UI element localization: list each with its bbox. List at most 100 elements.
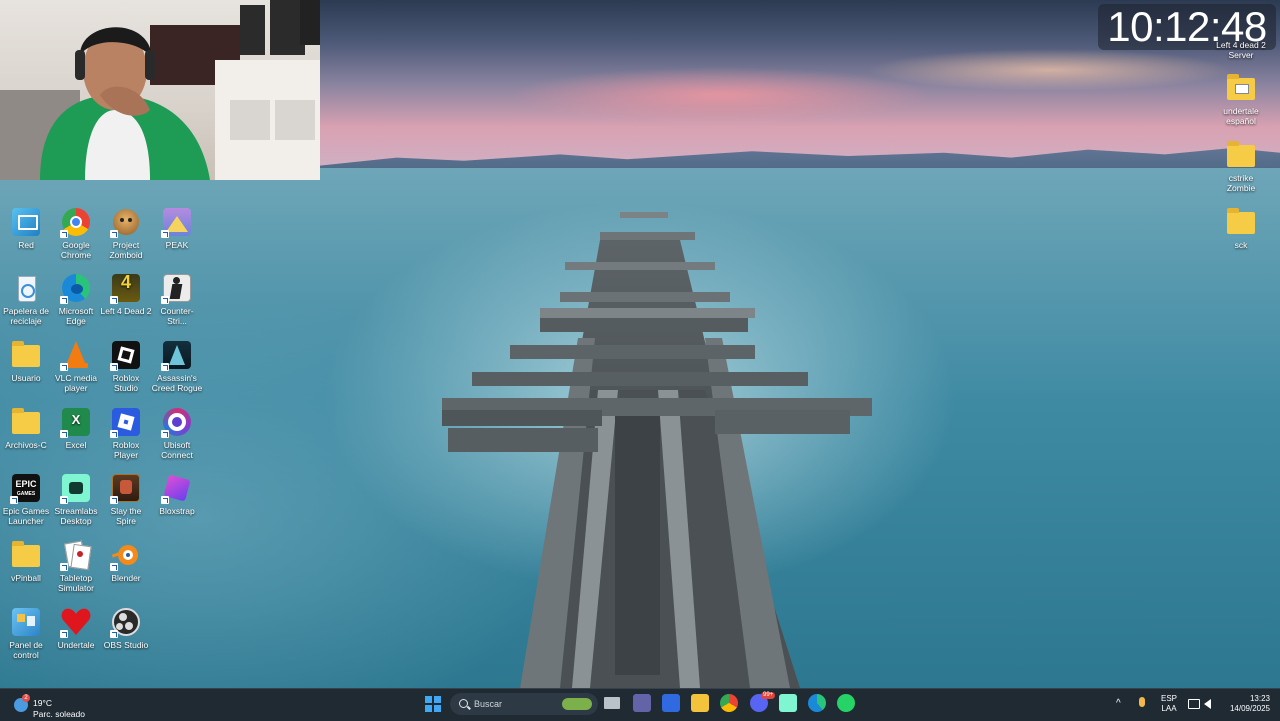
desktop-icon-blender[interactable]: Blender (100, 539, 152, 583)
streamlabs-taskbar-icon[interactable] (779, 694, 797, 712)
windows-logo-tile (425, 705, 432, 712)
clock-time: 13:23 (1249, 694, 1270, 703)
desktop-icon-roblox-studio[interactable]: Roblox Studio (100, 339, 152, 393)
red-heart-icon (60, 606, 92, 638)
chrome-icon (60, 206, 92, 238)
control-panel-icon (10, 606, 42, 638)
desktop-icon-streamlabs[interactable]: Streamlabs Desktop (50, 472, 102, 526)
icon-label: Project Zomboid (109, 240, 143, 260)
language-indicator[interactable]: ESP LAA (1161, 694, 1177, 714)
zomboid-icon (110, 206, 142, 238)
icon-label: Counter-Stri... (160, 306, 194, 326)
peak-mountain-icon (161, 206, 193, 238)
start-button[interactable] (425, 696, 441, 712)
icon-label: OBS Studio (103, 640, 149, 650)
desktop-icon-panel-de-control[interactable]: Panel de control (0, 606, 52, 660)
folder-icon (1225, 72, 1257, 104)
taskbar-search-box[interactable]: Buscar (450, 693, 598, 715)
desktop-icon-red[interactable]: Red (0, 206, 52, 250)
folder-icon (1225, 139, 1257, 171)
desktop-icon-left-4-dead-2[interactable]: 4 Left 4 Dead 2 (100, 272, 152, 316)
system-clock[interactable]: 13:23 14/09/2025 (1222, 694, 1270, 714)
roblox-studio-icon (110, 339, 142, 371)
folder-icon (10, 539, 42, 571)
weather-temp: 19°C (33, 698, 52, 708)
icon-label: Archivos-C (5, 440, 47, 450)
desktop-icon-obs-studio[interactable]: OBS Studio (100, 606, 152, 650)
desktop-icon-excel[interactable]: X Excel (50, 406, 102, 450)
desktop-icon-bloxstrap[interactable]: Bloxstrap (151, 472, 203, 516)
counter-strike-icon (161, 272, 193, 304)
bloxstrap-icon (161, 472, 193, 504)
desktop-icon-archivos-c[interactable]: Archivos-C (0, 406, 52, 450)
desktop-icon-sck[interactable]: sck (1215, 206, 1267, 250)
l4d2-icon: 4 (110, 272, 142, 304)
desktop-icon-peak[interactable]: PEAK (151, 206, 203, 250)
windows-logo-tile (425, 696, 432, 703)
desktop-icon-usuario[interactable]: Usuario (0, 339, 52, 383)
vlc-cone-icon (60, 339, 92, 371)
icon-label: Left 4 Dead 2 (100, 306, 152, 316)
file-explorer-taskbar-icon[interactable] (691, 694, 709, 712)
desktop-icon-recycle-bin[interactable]: Papelera de reciclaje (0, 272, 52, 326)
windows-logo-tile (434, 705, 441, 712)
whatsapp-taskbar-icon[interactable] (837, 694, 855, 712)
desktop-icon-microsoft-edge[interactable]: Microsoft Edge (50, 272, 102, 326)
teams-taskbar-icon[interactable] (633, 694, 651, 712)
desktop-icon-assassins-creed-rogue[interactable]: Assassin's Creed Rogue (151, 339, 203, 393)
icon-label: vPinball (11, 573, 41, 583)
microphone-icon[interactable] (1139, 697, 1145, 707)
desktop-icon-undertale[interactable]: Undertale (50, 606, 102, 650)
roblox-player-icon (110, 406, 142, 438)
icon-label: sck (1234, 240, 1248, 250)
desktop-icon-google-chrome[interactable]: Google Chrome (50, 206, 102, 260)
chrome-taskbar-icon[interactable] (720, 694, 738, 712)
icon-label: Excel (65, 440, 87, 450)
icon-label: PEAK (165, 240, 189, 250)
icon-label: Bloxstrap (159, 506, 195, 516)
folder-icon (10, 406, 42, 438)
volume-icon[interactable] (1204, 699, 1211, 709)
weather-badge: 2 (22, 694, 30, 702)
tabletop-cards-icon (60, 539, 92, 571)
language-code: ESP (1161, 694, 1178, 703)
desktop-icon-counter-strike[interactable]: Counter-Stri... (151, 272, 203, 326)
streamer-camera-image (0, 0, 320, 180)
icon-label: Left 4 dead 2 Server (1216, 40, 1266, 60)
desktop-icon-slay-the-spire[interactable]: Slay the Spire (100, 472, 152, 526)
icon-label: VLC media player (54, 373, 98, 393)
streamlabs-icon (60, 472, 92, 504)
search-icon (459, 699, 468, 708)
discord-badge: 99+ (761, 692, 776, 699)
desktop-icon-epic-games[interactable]: EPIC GAMES Epic Games Launcher (0, 472, 52, 526)
microsoft-store-taskbar-icon[interactable] (662, 694, 680, 712)
desktop-icon-roblox-player[interactable]: Roblox Player (100, 406, 152, 460)
ubisoft-swirl-icon (161, 406, 193, 438)
weather-text: 19°C Parc. soleado (33, 698, 85, 720)
recycle-bin-icon (10, 272, 42, 304)
windows-logo-tile (434, 696, 441, 703)
network-icon[interactable] (1188, 699, 1200, 709)
icon-label: Streamlabs Desktop (54, 506, 98, 526)
folder-icon (1225, 206, 1257, 238)
desktop-icon-tabletop-simulator[interactable]: Tabletop Simulator (50, 539, 102, 593)
desktop-icon-cstrike-zombie[interactable]: cstrike Zombie (1215, 139, 1267, 193)
weather-desc: Parc. soleado (33, 709, 85, 719)
icon-label: undertale español (1223, 106, 1259, 126)
desktop-icon-vlc[interactable]: VLC media player (50, 339, 102, 393)
desktop-icon-ubisoft-connect[interactable]: Ubisoft Connect (151, 406, 203, 460)
slay-the-spire-icon (110, 472, 142, 504)
icon-label: Panel de control (9, 640, 43, 660)
icon-label: Tabletop Simulator (58, 573, 94, 593)
obs-icon (110, 606, 142, 638)
task-view-button[interactable] (604, 697, 620, 709)
desktop-icon-l4d2-server[interactable]: Left 4 dead 2 Server (1215, 40, 1267, 60)
chevron-up-icon[interactable]: ^ (1116, 699, 1121, 709)
edge-taskbar-icon[interactable] (808, 694, 826, 712)
icon-label: Usuario (11, 373, 41, 383)
desktop-icon-undertale-espanol[interactable]: undertale español (1215, 72, 1267, 126)
desktop-icon-project-zomboid[interactable]: Project Zomboid (100, 206, 152, 260)
icon-label: Papelera de reciclaje (3, 306, 49, 326)
blender-icon (110, 539, 142, 571)
desktop-icon-vpinball[interactable]: vPinball (0, 539, 52, 583)
